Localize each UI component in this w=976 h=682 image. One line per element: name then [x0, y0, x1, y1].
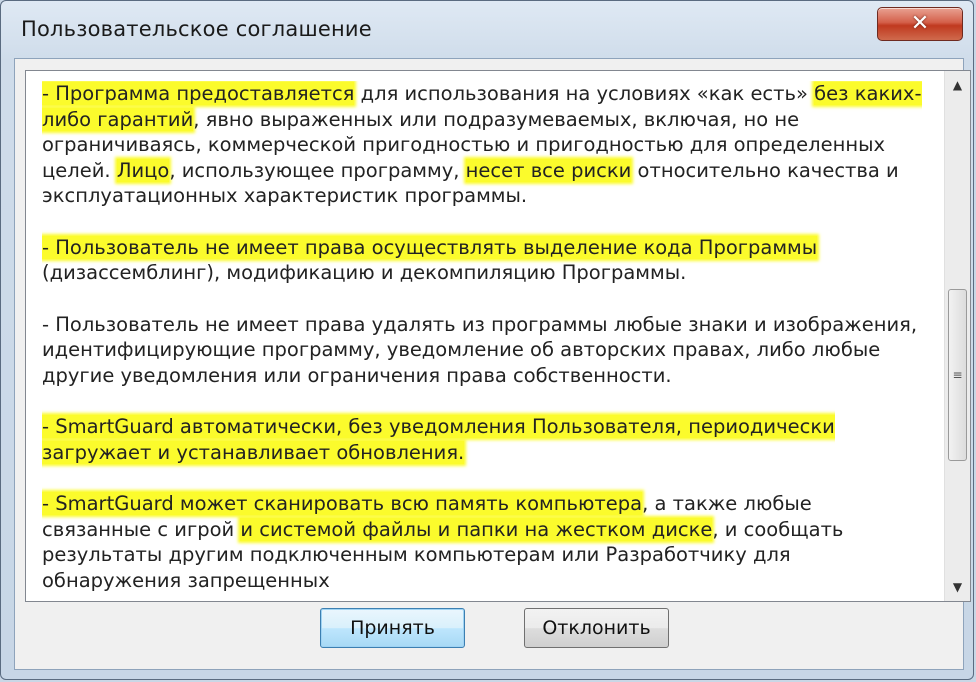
highlighted-text: - SmartGuard автоматически, без уведомле… [42, 415, 835, 464]
vertical-scrollbar[interactable]: ▲ ≡ ▼ [944, 71, 970, 601]
paragraph-text: (дизассемблинг), модификацию и декомпиля… [42, 261, 687, 284]
highlighted-text: несет все риски [465, 158, 632, 182]
highlighted-text: и системой файлы и папки на жестком диск… [240, 517, 713, 541]
agreement-paragraph: - Пользователь не имеет права удалять из… [42, 312, 922, 389]
agreement-paragraph: - Программа предоставляется для использо… [42, 81, 922, 209]
highlighted-text: - SmartGuard может сканировать всю памят… [42, 492, 643, 515]
scroll-up-button[interactable]: ▲ [945, 73, 970, 97]
paragraph-text: для использования на условиях «как есть» [354, 82, 815, 105]
highlighted-text: Лицо [116, 158, 170, 182]
arrow-down-icon: ▼ [952, 580, 963, 594]
accept-button[interactable]: Принять [320, 608, 465, 648]
agreement-paragraph: - SmartGuard может сканировать всю памят… [42, 491, 922, 591]
grip-icon: ≡ [952, 368, 963, 382]
agreement-text: - Программа предоставляется для использо… [42, 81, 922, 591]
highlighted-text: - Программа предоставляется [42, 82, 355, 105]
scroll-down-button[interactable]: ▼ [945, 575, 970, 599]
agreement-dialog: Пользовательское соглашение ✕ - Программ… [0, 0, 974, 680]
title-bar[interactable]: Пользовательское соглашение ✕ [1, 1, 973, 57]
close-icon: ✕ [910, 11, 930, 36]
paragraph-text: - Пользователь не имеет права удалять из… [42, 312, 918, 387]
scroll-thumb[interactable]: ≡ [948, 289, 967, 461]
agreement-paragraph: - Пользователь не имеет права осуществля… [42, 235, 922, 286]
highlighted-text: - Пользователь не имеет права осуществля… [42, 235, 818, 259]
dialog-body: - Программа предоставляется для использо… [14, 58, 971, 670]
arrow-up-icon: ▲ [952, 78, 963, 92]
decline-button[interactable]: Отклонить [524, 608, 669, 648]
agreement-textbox[interactable]: - Программа предоставляется для использо… [25, 70, 971, 602]
close-button[interactable]: ✕ [877, 7, 963, 41]
paragraph-text: , использующее программу, [169, 158, 466, 182]
agreement-paragraph: - SmartGuard автоматически, без уведомле… [42, 414, 922, 465]
window-title: Пользовательское соглашение [21, 17, 372, 41]
